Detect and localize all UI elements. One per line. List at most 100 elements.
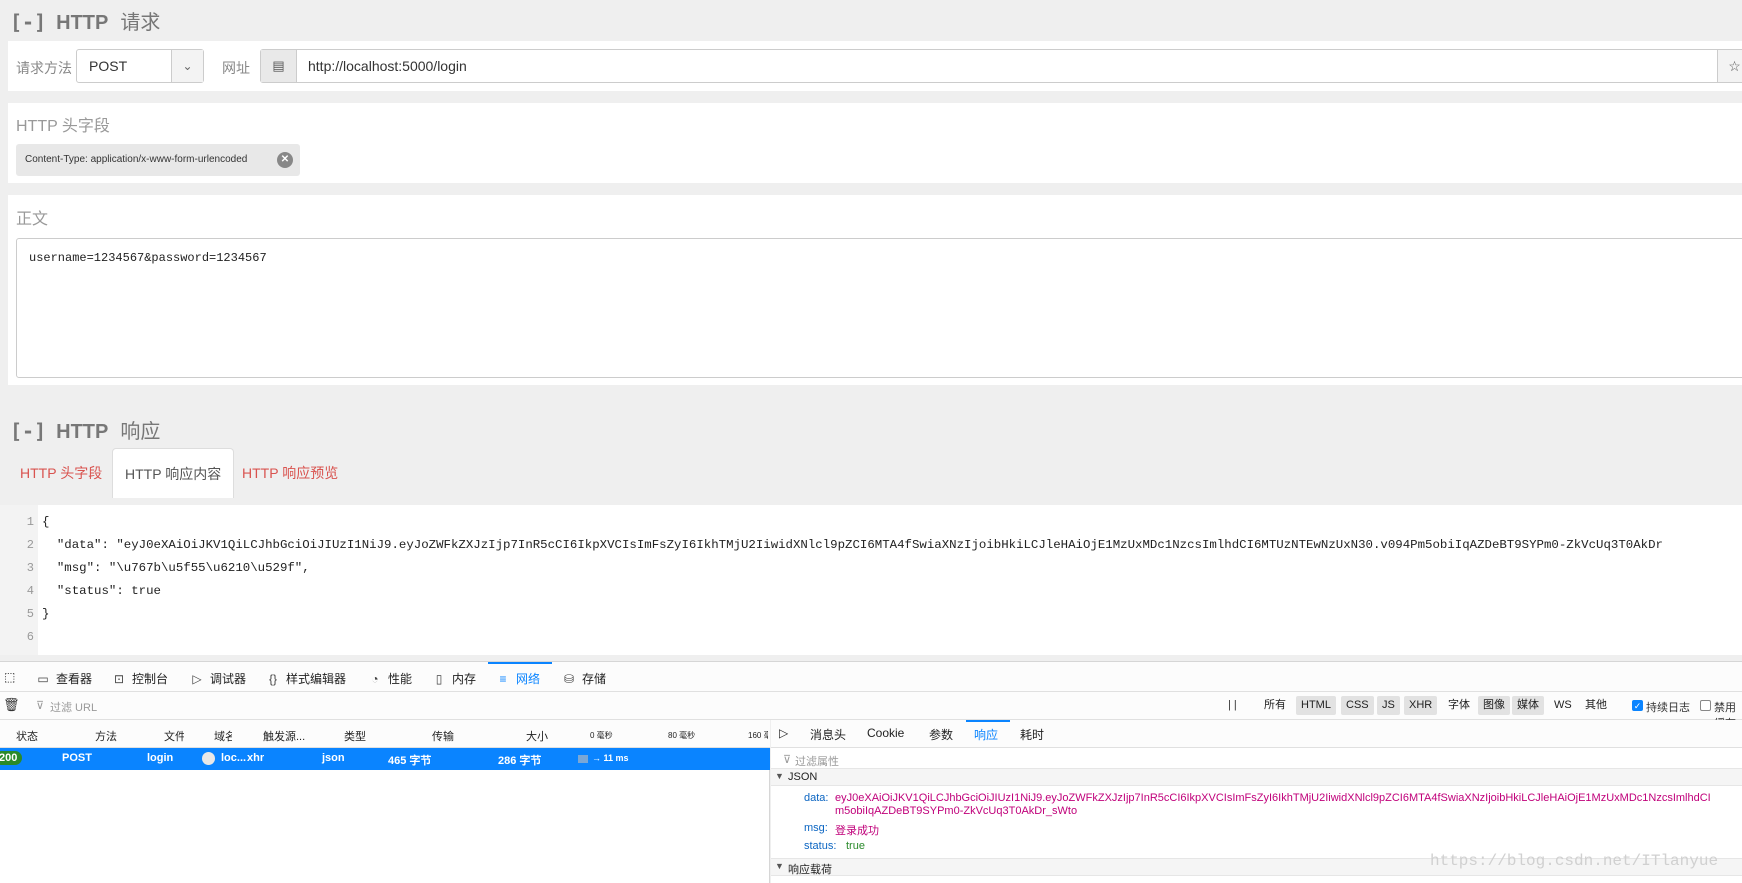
tab-response-headers[interactable]: HTTP 头字段 — [8, 448, 114, 498]
json-value-status[interactable]: true — [846, 840, 865, 852]
request-file: login — [147, 752, 174, 764]
column-status[interactable]: 状态 — [16, 728, 38, 744]
json-section-label: JSON — [788, 771, 818, 783]
bookmark-star-icon[interactable]: ☆ — [1717, 50, 1742, 82]
network-request-list: 状态 方法 文件 域名 触发源... 类型 传输 大小 0 毫秒 80 毫秒 1… — [0, 720, 770, 883]
column-file[interactable]: 文件 — [164, 728, 184, 744]
method-label: 请求方法 — [16, 60, 72, 76]
chevron-down-icon[interactable]: ⌄ — [171, 50, 203, 82]
request-body-textarea[interactable]: username=1234567&password=1234567 — [16, 238, 1742, 378]
filter-icon: ⊽ — [783, 754, 792, 766]
details-tab-params[interactable]: 参数 — [929, 726, 953, 743]
code-line: "msg": "\u767b\u5f55\u6210\u529f", — [42, 561, 310, 575]
status-badge: 200 — [0, 751, 23, 765]
filter-images[interactable]: 图像 — [1478, 696, 1510, 715]
tab-response-content[interactable]: HTTP 响应内容 — [112, 448, 235, 498]
json-section-header[interactable]: ▼ JSON — [771, 768, 1742, 786]
timeline-160ms: 160 毫秒 — [748, 731, 768, 740]
filter-xhr[interactable]: XHR — [1404, 696, 1438, 715]
request-body-title: 正文 — [16, 211, 49, 228]
request-body-value: username=1234567&password=1234567 — [29, 251, 267, 265]
watermark: https://blog.csdn.net/ITlanyue — [1430, 852, 1719, 870]
header-chip-text: Content-Type: application/x-www-form-url… — [25, 154, 248, 165]
column-transferred[interactable]: 传输 — [432, 728, 454, 744]
filter-css[interactable]: CSS — [1341, 696, 1374, 715]
filter-fonts[interactable]: 字体 — [1443, 696, 1475, 715]
filter-media[interactable]: 媒体 — [1512, 696, 1544, 715]
request-headers-title: HTTP 头字段 — [16, 118, 110, 135]
response-section-title[interactable]: [-] HTTP 响应 — [10, 415, 160, 444]
devtools-tab-storage[interactable]: ⛁ 存储 — [562, 670, 606, 687]
json-key-status: status: — [804, 840, 837, 852]
element-picker-icon[interactable]: ⬚ — [4, 670, 15, 684]
document-icon: ▤ — [261, 50, 297, 82]
request-size: 286 字节 — [498, 755, 542, 767]
column-method[interactable]: 方法 — [95, 728, 117, 744]
column-size[interactable]: 大小 — [526, 728, 548, 744]
devtools-tab-style-editor[interactable]: {} 样式编辑器 — [266, 670, 346, 687]
details-tab-cookie[interactable]: Cookie — [867, 726, 904, 740]
method-select[interactable]: POST ⌄ — [76, 49, 204, 83]
filter-properties-input[interactable]: 过滤属性 — [795, 753, 839, 769]
request-transferred: 465 字节 — [388, 755, 432, 767]
details-tab-response[interactable]: 响应 — [974, 726, 998, 743]
devtools-tab-console[interactable]: ⊡ 控制台 — [112, 670, 168, 687]
devtools-tab-performance[interactable]: ◔ 性能 — [368, 670, 412, 687]
details-tab-timings[interactable]: 耗时 — [1020, 726, 1044, 743]
response-code-viewer[interactable]: 1 2 3 4 5 6 { "data": "eyJ0eXAiOiJKV1QiL… — [0, 505, 1742, 655]
method-value: POST — [89, 58, 128, 74]
pause-button[interactable]: | | — [1228, 699, 1237, 711]
remove-header-icon[interactable]: ✕ — [277, 152, 293, 168]
column-type[interactable]: 类型 — [344, 728, 366, 744]
collapse-toggle[interactable]: [-] — [10, 419, 46, 443]
devtools-tab-inspector[interactable]: ▭ 查看器 — [36, 670, 92, 687]
url-input[interactable]: ▤ http://localhost:5000/login ☆ — [260, 49, 1742, 83]
request-section-title[interactable]: [-] HTTP 请求 — [10, 6, 160, 35]
header-chip[interactable]: Content-Type: application/x-www-form-url… — [16, 144, 300, 176]
triangle-down-icon: ▼ — [775, 771, 784, 781]
filter-url-input[interactable]: 过滤 URL — [50, 699, 97, 715]
line-number: 6 — [26, 630, 34, 644]
code-line: "data": "eyJ0eXAiOiJKV1QiLCJhbGciOiJIUzI… — [42, 538, 1663, 552]
request-type: json — [322, 752, 345, 764]
json-key-msg: msg: — [804, 822, 828, 834]
inspector-icon: ▭ — [37, 672, 49, 686]
request-cause: xhr — [247, 752, 265, 764]
details-tab-headers[interactable]: 消息头 — [810, 726, 846, 743]
line-number: 2 — [26, 538, 34, 552]
request-row[interactable]: 200 POST login loc... xhr json 465 字节 28… — [0, 748, 770, 770]
tab-response-preview[interactable]: HTTP 响应预览 — [230, 448, 350, 498]
request-domain: loc... — [221, 752, 247, 764]
globe-icon — [202, 752, 215, 765]
request-timing: → 11 ms — [592, 753, 629, 763]
triangle-down-icon: ▼ — [775, 861, 784, 871]
devtools-tab-network[interactable]: ≡ 网络 — [496, 670, 540, 687]
line-number: 4 — [26, 584, 34, 598]
trash-icon[interactable]: 🗑 — [3, 697, 20, 713]
url-label: 网址 — [222, 60, 250, 76]
filter-icon: ⊽ — [36, 700, 45, 712]
filter-other[interactable]: 其他 — [1580, 696, 1612, 715]
console-icon: ⊡ — [113, 672, 125, 686]
json-value-data[interactable]: eyJ0eXAiOiJKV1QiLCJhbGciOiJIUzI1NiJ9.eyJ… — [835, 792, 1742, 804]
column-domain[interactable]: 域名 — [214, 728, 232, 744]
persist-log-checkbox[interactable]: ✓ — [1632, 700, 1643, 711]
filter-html[interactable]: HTML — [1296, 696, 1336, 715]
column-cause[interactable]: 触发源... — [263, 728, 305, 744]
toggle-panel-icon[interactable]: ▷ — [779, 726, 788, 740]
devtools-tab-debugger[interactable]: ▷ 调试器 — [190, 670, 246, 687]
network-icon: ≡ — [499, 672, 507, 686]
devtools-tab-memory[interactable]: ▯ 内存 — [432, 670, 476, 687]
code-line: { — [42, 515, 50, 529]
collapse-toggle[interactable]: [-] — [10, 10, 46, 34]
request-method: POST — [62, 752, 92, 764]
json-value-msg[interactable]: 登录成功 — [835, 822, 879, 838]
active-tab-indicator — [488, 662, 552, 664]
disable-cache-checkbox[interactable] — [1700, 700, 1711, 711]
filter-ws[interactable]: WS — [1549, 696, 1577, 715]
line-number: 5 — [26, 607, 34, 621]
code-line: } — [42, 607, 50, 621]
filter-js[interactable]: JS — [1377, 696, 1400, 715]
url-value[interactable]: http://localhost:5000/login — [308, 58, 467, 74]
filter-all[interactable]: 所有 — [1259, 696, 1291, 715]
